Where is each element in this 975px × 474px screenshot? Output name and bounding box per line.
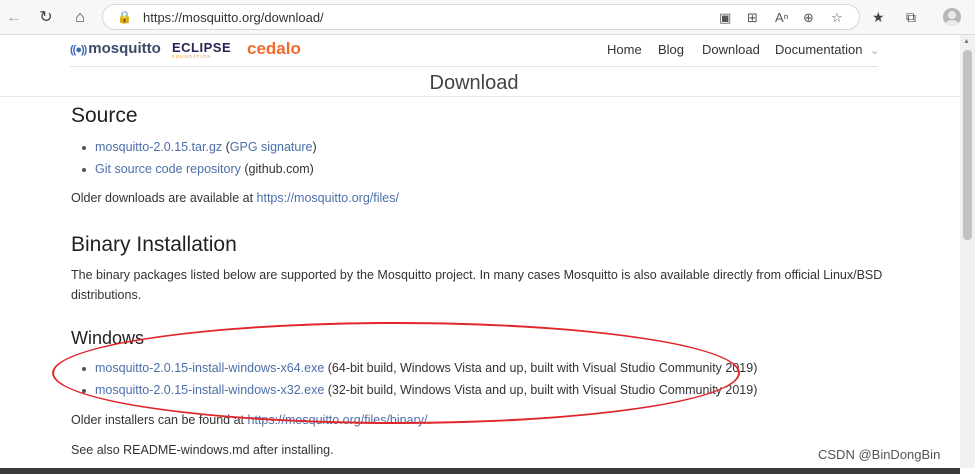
list-bullet [82, 168, 86, 172]
windows-x64-installer-link[interactable]: mosquitto-2.0.15-install-windows-x64.exe [95, 361, 324, 375]
zoom-icon[interactable]: ⊕ [803, 10, 814, 26]
address-bar[interactable]: 🔒 https://mosquitto.org/download/ ▣ ⊞ Aⁿ… [102, 4, 860, 30]
windows-heading: Windows [71, 328, 145, 348]
older-downloads-link[interactable]: https://mosquitto.org/files/ [257, 191, 399, 205]
older-installers-text: Older installers can be found at https:/… [71, 413, 431, 427]
signal-waves-icon: ((●)) [70, 44, 87, 56]
home-icon[interactable]: ⌂ [70, 8, 90, 28]
lock-icon[interactable]: 🔒 [117, 10, 132, 24]
gpg-signature-link[interactable]: GPG signature [230, 140, 313, 154]
star-add-icon[interactable]: ☆ [831, 10, 843, 26]
app-grid-icon[interactable]: ⊞ [747, 10, 758, 26]
eclipse-foundation-logo[interactable]: ECLIPSE FOUNDATION [172, 40, 232, 62]
browser-toolbar: ← ↻ ⌂ 🔒 https://mosquitto.org/download/ … [0, 0, 975, 35]
list-item: mosquitto-2.0.15.tar.gz (GPG signature) [95, 140, 317, 154]
list-bullet [82, 146, 86, 150]
readme-note: See also README-windows.md after install… [71, 443, 334, 457]
list-item: mosquitto-2.0.15-install-windows-x32.exe… [95, 383, 758, 397]
back-arrow-icon[interactable]: ← [4, 8, 24, 28]
list-bullet [82, 367, 86, 371]
scroll-up-arrow-icon[interactable]: ▲ [963, 38, 970, 45]
cedalo-logo[interactable]: cedalo [247, 39, 301, 59]
git-repo-link[interactable]: Git source code repository [95, 162, 241, 176]
list-bullet [82, 389, 86, 393]
list-item: mosquitto-2.0.15-install-windows-x64.exe… [95, 361, 758, 375]
nav-download[interactable]: Download [702, 42, 760, 57]
chevron-down-icon: ⌄ [870, 45, 880, 57]
page-title: Download [429, 72, 519, 94]
source-heading: Source [71, 104, 138, 127]
binary-description: The binary packages listed below are sup… [71, 268, 883, 302]
profile-avatar-icon[interactable] [943, 8, 961, 26]
text-size-icon[interactable]: Aⁿ [775, 10, 788, 25]
scrollbar-thumb[interactable] [963, 50, 972, 240]
title-divider [0, 96, 960, 97]
tarball-link[interactable]: mosquitto-2.0.15.tar.gz [95, 140, 222, 154]
read-aloud-icon[interactable]: ▣ [719, 10, 731, 26]
nav-documentation[interactable]: Documentation ⌄ [775, 42, 879, 57]
binary-heading: Binary Installation [71, 233, 237, 256]
refresh-icon[interactable]: ↻ [36, 8, 56, 28]
collections-icon[interactable]: ⧉ [906, 9, 916, 26]
nav-blog[interactable]: Blog [658, 42, 684, 57]
address-url[interactable]: https://mosquitto.org/download/ [143, 10, 324, 25]
older-installers-link[interactable]: https://mosquitto.org/files/binary/ [248, 413, 428, 427]
nav-home[interactable]: Home [607, 42, 642, 57]
header-divider [70, 66, 878, 67]
windows-x32-installer-link[interactable]: mosquitto-2.0.15-install-windows-x32.exe [95, 383, 324, 397]
mosquitto-logo[interactable]: ((●)) mosquitto [70, 40, 161, 57]
taskbar-strip [0, 468, 960, 474]
watermark: CSDN @BinDongBin [818, 447, 941, 462]
favorites-icon[interactable]: ★ [872, 9, 885, 26]
list-item: Git source code repository (github.com) [95, 162, 314, 176]
older-downloads-text: Older downloads are available at https:/… [71, 191, 399, 205]
